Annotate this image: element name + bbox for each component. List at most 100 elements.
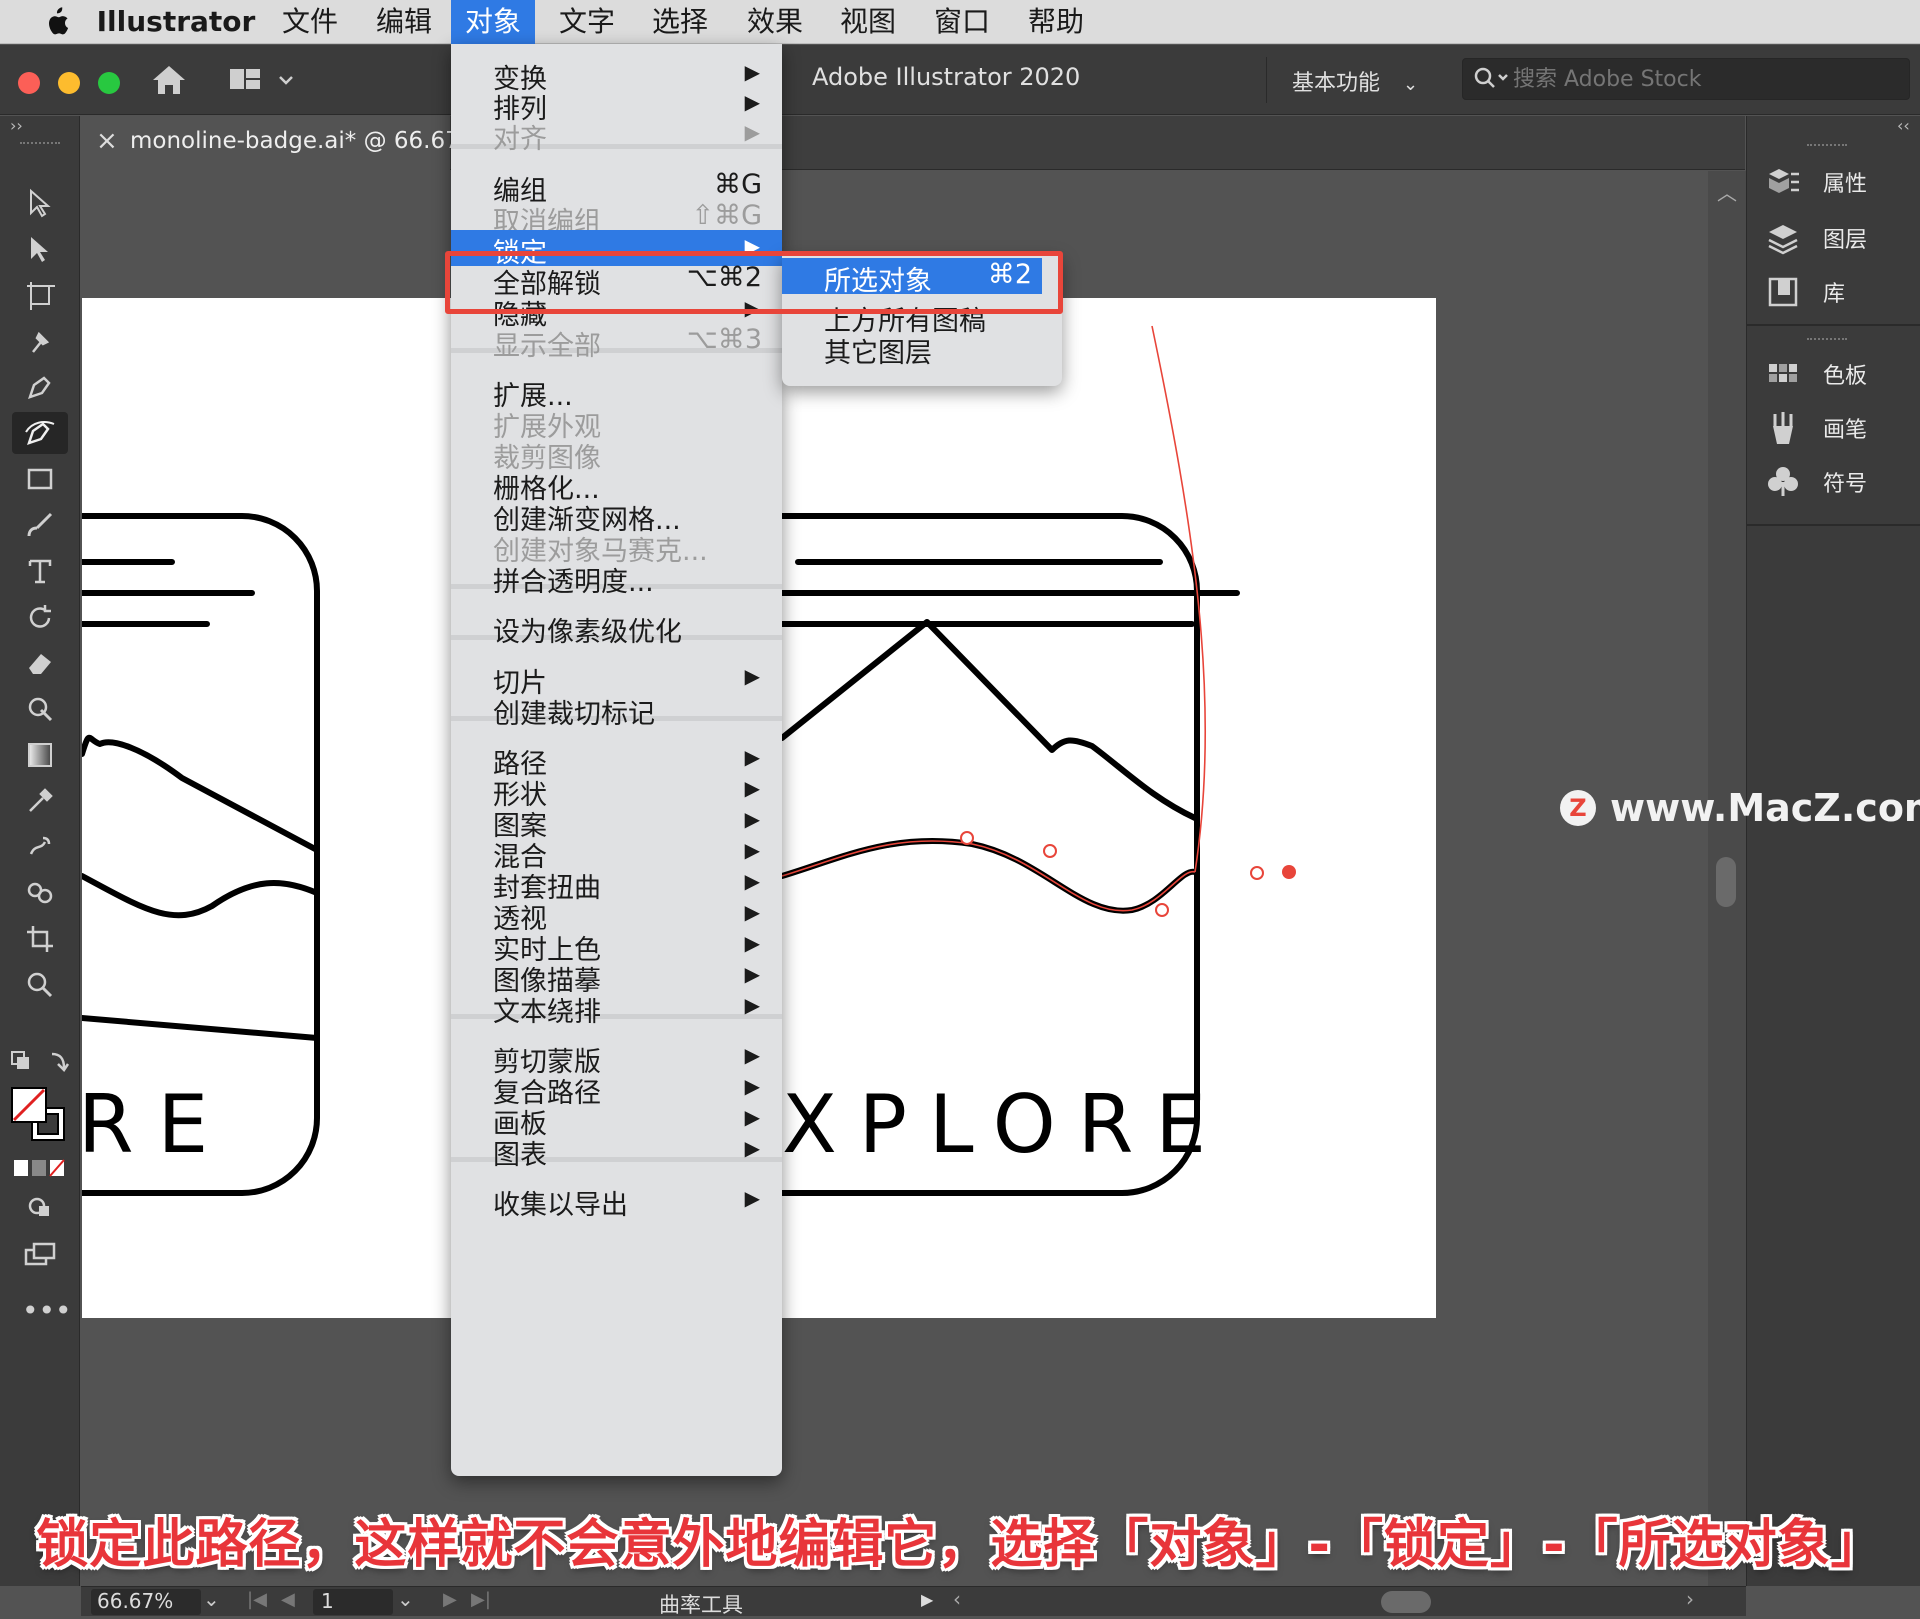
submenu-arrow-icon: ▶ [744, 90, 760, 114]
grip-icon[interactable] [1807, 338, 1847, 344]
close-tab-icon[interactable]: × [96, 126, 118, 156]
swatches-panel-button[interactable]: 色板 [1765, 354, 1867, 394]
vertical-scrollbar[interactable]: ︿ [1708, 171, 1746, 1586]
symbol-sprayer-tool-icon[interactable] [12, 826, 68, 868]
curvature-tool-icon[interactable] [12, 412, 68, 454]
search-input[interactable] [1513, 65, 1893, 93]
gradient-tool-icon[interactable] [12, 734, 68, 776]
scroll-up-icon[interactable]: ︿ [1717, 177, 1737, 206]
submenu-item[interactable]: 其它图层 [782, 330, 1042, 369]
divider [1266, 57, 1267, 103]
draw-mode-icon[interactable] [12, 1186, 68, 1228]
last-artboard-icon[interactable]: ▶| [471, 1589, 491, 1610]
menu-window[interactable]: 窗口 [920, 0, 1004, 44]
shape-builder-tool-icon[interactable] [12, 872, 68, 914]
minimize-window-button[interactable] [58, 72, 80, 94]
system-menu-bar: Illustrator 文件 编辑 对象 文字 选择 效果 视图 窗口 帮助 [0, 0, 1920, 44]
menu-app-name[interactable]: Illustrator [96, 0, 256, 44]
rectangle-tool-icon[interactable] [12, 458, 68, 500]
chevron-down-icon[interactable]: ⌄ [203, 1587, 220, 1611]
swap-fill-stroke-icon[interactable] [8, 1048, 72, 1076]
panel-expand-icon[interactable]: ‹‹ [1897, 116, 1910, 135]
current-tool-label: 曲率工具 [659, 1593, 743, 1617]
submenu-arrow-icon: ▶ [744, 900, 760, 924]
chevron-down-icon[interactable]: ⌄ [397, 1587, 414, 1611]
menu-item[interactable]: 拼合透明度... [451, 559, 782, 598]
more-tools-icon[interactable]: ••• [22, 1294, 72, 1327]
workspace-switcher[interactable]: 基本功能 ⌄ [1292, 65, 1418, 97]
panel-collapse-icon[interactable]: ›› [10, 116, 23, 135]
color-mode-icons[interactable] [12, 1158, 68, 1178]
menu-item[interactable]: 收集以导出 ▶ [451, 1182, 782, 1221]
zoom-window-button[interactable] [98, 72, 120, 94]
close-window-button[interactable] [18, 72, 40, 94]
selected-anchor-point[interactable] [1282, 865, 1296, 879]
artboard-tool-icon[interactable] [12, 274, 68, 316]
puppet-warp-tool-icon[interactable] [12, 320, 68, 362]
menu-item[interactable]: 设为像素级优化 [451, 609, 782, 648]
scroll-left-icon[interactable]: ‹ [953, 1587, 961, 1611]
anchor-point[interactable] [1043, 844, 1057, 858]
crop-tool-icon[interactable] [12, 918, 68, 960]
layers-panel-button[interactable]: 图层 [1765, 218, 1867, 258]
menu-item-label: 对齐 [493, 124, 547, 155]
zoom-tool-icon[interactable] [12, 964, 68, 1006]
document-tab[interactable]: × monoline-badge.ai* @ 66.67% [80, 116, 482, 170]
annotation-highlight-box [445, 251, 1063, 314]
menu-type[interactable]: 文字 [545, 0, 629, 44]
menu-select[interactable]: 选择 [638, 0, 722, 44]
free-transform-tool-icon[interactable] [12, 688, 68, 730]
submenu-item-label: 其它图层 [824, 338, 932, 369]
watermark-text: www.MacZ.com [1610, 786, 1920, 830]
menu-object[interactable]: 对象 [451, 0, 535, 44]
symbols-panel-button[interactable]: 符号 [1765, 462, 1867, 502]
grip-icon[interactable] [1807, 144, 1847, 150]
brushes-panel-button[interactable]: 画笔 [1765, 408, 1867, 448]
artboard-number-field[interactable]: 1 [313, 1589, 393, 1615]
menu-item[interactable]: 文本绕排 ▶ [451, 989, 782, 1028]
document-tab-label: monoline-badge.ai* @ 66.67% [130, 128, 482, 154]
submenu-arrow-icon: ▶ [744, 931, 760, 955]
menu-effect[interactable]: 效果 [733, 0, 817, 44]
menu-item[interactable]: 图表 ▶ [451, 1132, 782, 1171]
menu-help[interactable]: 帮助 [1014, 0, 1098, 44]
direct-selection-tool-icon[interactable] [12, 228, 68, 270]
home-icon[interactable] [150, 63, 188, 101]
first-artboard-icon[interactable]: |◀ [247, 1589, 267, 1610]
status-menu-icon[interactable]: ▶ [921, 1590, 933, 1609]
previous-artboard-icon[interactable]: ◀ [281, 1589, 295, 1610]
menu-view[interactable]: 视图 [826, 0, 910, 44]
zoom-level-field[interactable]: 66.67% [91, 1589, 201, 1615]
arrange-documents-icon[interactable] [228, 65, 298, 99]
type-tool-icon[interactable] [12, 550, 68, 592]
scrollbar-thumb[interactable] [1716, 857, 1736, 907]
application-bar: Adobe Illustrator 2020 基本功能 ⌄ [0, 45, 1920, 115]
paintbrush-tool-icon[interactable] [12, 504, 68, 546]
apple-menu-icon[interactable] [36, 0, 76, 44]
screen-mode-icon[interactable] [12, 1234, 68, 1276]
pen-tool-icon[interactable] [12, 366, 68, 408]
rotate-tool-icon[interactable] [12, 596, 68, 638]
stock-search-field[interactable] [1462, 58, 1910, 100]
menu-edit[interactable]: 编辑 [362, 0, 446, 44]
eraser-tool-icon[interactable] [12, 642, 68, 684]
divider [1747, 324, 1920, 326]
submenu-arrow-icon: ▶ [744, 1186, 760, 1210]
scroll-right-icon[interactable]: › [1686, 1587, 1694, 1611]
libraries-icon [1768, 277, 1798, 307]
menu-item[interactable]: 创建裁切标记 [451, 691, 782, 730]
selection-tool-icon[interactable] [12, 182, 68, 224]
anchor-point[interactable] [1155, 903, 1169, 917]
next-artboard-icon[interactable]: ▶ [443, 1589, 457, 1610]
eyedropper-tool-icon[interactable] [12, 780, 68, 822]
horizontal-scrollbar-thumb[interactable] [1381, 1591, 1431, 1613]
menu-file[interactable]: 文件 [268, 0, 352, 44]
grip-icon[interactable] [20, 142, 60, 148]
submenu-arrow-icon: ▶ [744, 120, 760, 144]
anchor-point[interactable] [1250, 866, 1264, 880]
properties-panel-button[interactable]: 属性 [1765, 162, 1867, 202]
libraries-panel-button[interactable]: 库 [1765, 272, 1845, 312]
workspace-label: 基本功能 [1292, 71, 1381, 96]
fill-stroke-swatch[interactable] [10, 1086, 70, 1146]
anchor-point[interactable] [960, 831, 974, 845]
